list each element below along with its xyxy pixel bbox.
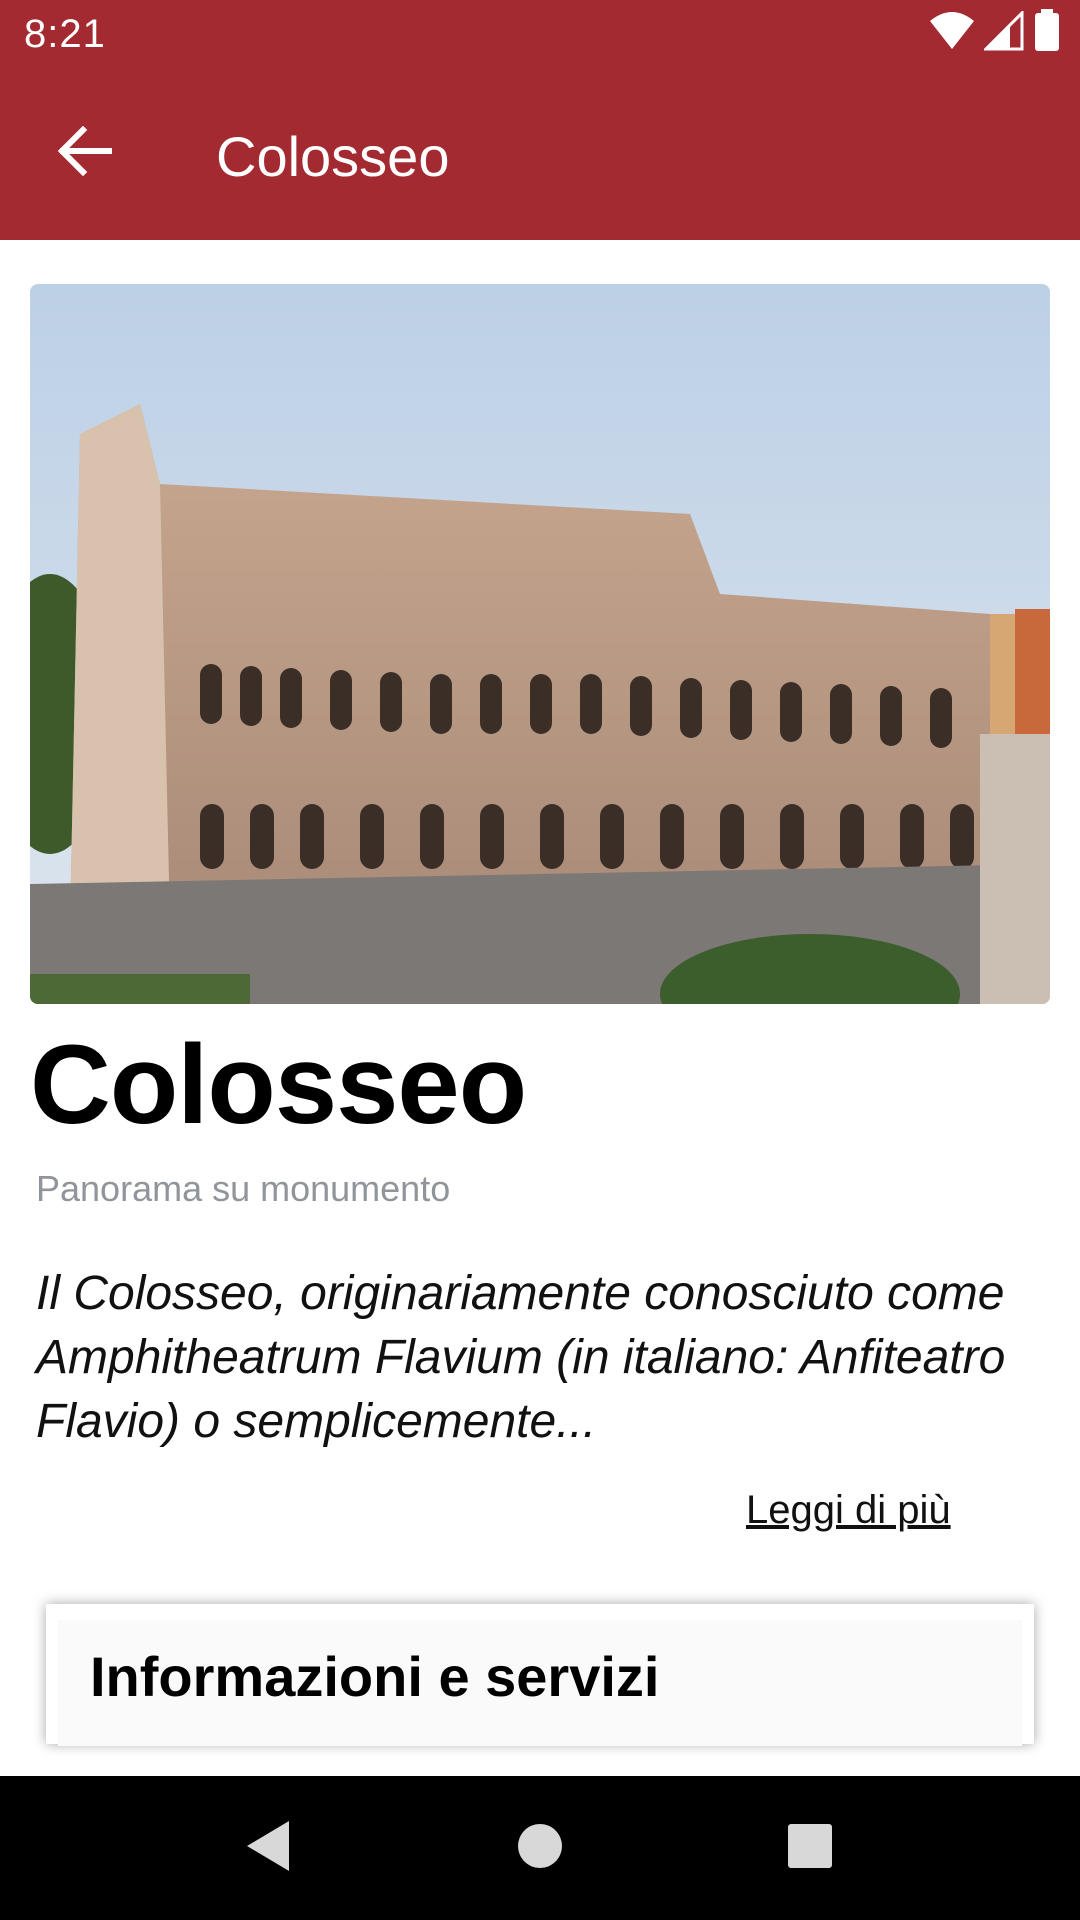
wifi-icon [930, 11, 974, 56]
system-nav-bar [0, 1776, 1080, 1920]
monument-subtitle: Panorama su monumento [36, 1168, 451, 1209]
info-card-title: Informazioni e servizi [90, 1645, 660, 1708]
nav-recents-button[interactable] [738, 1776, 882, 1920]
recents-square-icon [787, 1823, 833, 1874]
status-icons [930, 9, 1060, 56]
back-button[interactable] [40, 108, 130, 198]
hero-image [30, 284, 1050, 1004]
battery-icon [1034, 9, 1060, 56]
status-bar: 8:21 [0, 0, 1080, 72]
read-more-link[interactable]: Leggi di più [746, 1488, 951, 1533]
app-bar-title: Colosseo [216, 125, 450, 188]
monument-description: Il Colosseo, originariamente conosciuto … [36, 1267, 1006, 1448]
status-time: 8:21 [24, 12, 106, 56]
arrow-back-icon [57, 125, 113, 181]
info-card[interactable]: Informazioni e servizi [58, 1620, 1022, 1746]
home-circle-icon [516, 1822, 564, 1875]
back-triangle-icon [243, 1819, 293, 1878]
nav-back-button[interactable] [196, 1776, 340, 1920]
cellular-signal-icon [982, 9, 1024, 56]
monument-title: Colosseo [30, 1022, 527, 1147]
app-bar: Colosseo [0, 72, 1080, 240]
nav-home-button[interactable] [468, 1776, 612, 1920]
